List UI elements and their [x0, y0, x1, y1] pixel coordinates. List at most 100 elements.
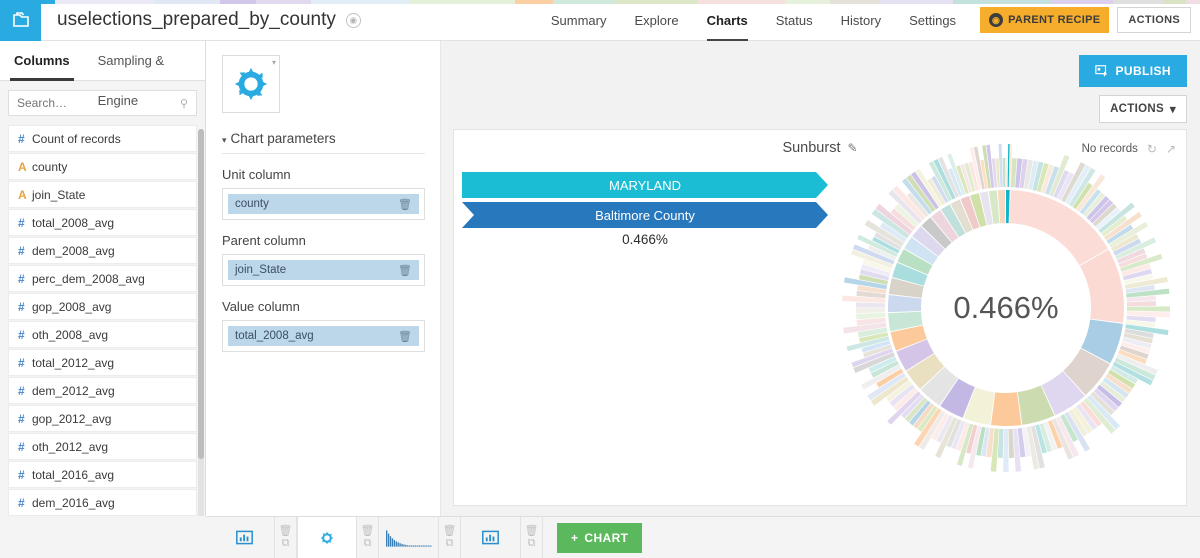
unit-column-pill[interactable]: county 🗑	[228, 194, 419, 214]
nav-item-settings[interactable]: Settings	[895, 0, 970, 41]
sunburst-outer-slice[interactable]	[856, 302, 885, 307]
strip-segment	[410, 0, 515, 4]
column-name: oth_2012_avg	[32, 440, 108, 454]
trash-icon[interactable]: 🗑	[279, 526, 293, 537]
column-row[interactable]: # oth_2008_avg	[8, 321, 197, 348]
column-row[interactable]: # dem_2012_avg	[8, 377, 197, 404]
breadcrumb-state[interactable]: MARYLAND	[462, 172, 828, 198]
column-row[interactable]: # total_2008_avg	[8, 209, 197, 236]
column-row[interactable]: Ajoin_State	[8, 181, 197, 208]
column-row[interactable]: # oth_2012_avg	[8, 433, 197, 460]
strip-segment	[515, 0, 553, 4]
sunburst-chart[interactable]: 0.466%	[836, 138, 1176, 481]
unit-column-field: Unit column county 🗑	[207, 167, 440, 220]
column-row[interactable]: # Count of records	[8, 125, 197, 152]
column-name: dem_2008_avg	[32, 244, 115, 258]
strip-segment	[785, 0, 830, 4]
folder-icon[interactable]	[0, 0, 41, 41]
column-name: total_2008_avg	[32, 216, 114, 230]
sunburst-outer-slice[interactable]	[856, 308, 885, 313]
column-row[interactable]: # total_2012_avg	[8, 349, 197, 376]
column-row[interactable]: # perc_dem_2008_avg	[8, 265, 197, 292]
sunburst-svg	[836, 138, 1176, 478]
parent-column-dropzone[interactable]: join_State 🗑	[222, 254, 425, 286]
tab-columns[interactable]: Columns	[0, 41, 84, 80]
trash-icon[interactable]: 🗑	[443, 526, 457, 537]
nav-item-charts[interactable]: Charts	[693, 0, 762, 41]
copy-icon[interactable]: ⧉	[364, 538, 372, 549]
column-row[interactable]: # dem_2016_avg	[8, 489, 197, 516]
chart-actions-button[interactable]: ACTIONS ▾	[1099, 95, 1187, 123]
numeric-type-icon: #	[18, 244, 32, 258]
chevron-down-icon: ▾	[222, 135, 227, 145]
column-row[interactable]: # total_2016_avg	[8, 461, 197, 488]
chart-tab-4[interactable]	[461, 517, 521, 558]
chart-type-selector[interactable]: ▾	[222, 55, 280, 113]
chart-tab-2[interactable]	[297, 517, 357, 558]
unit-column-value: county	[235, 198, 269, 210]
chart-tab-1[interactable]	[215, 517, 275, 558]
header-actions-button[interactable]: ACTIONS	[1117, 7, 1191, 33]
sunburst-outer-slice[interactable]	[1008, 429, 1014, 458]
trash-icon[interactable]: 🗑	[398, 330, 412, 343]
column-name: total_2012_avg	[32, 356, 114, 370]
copy-icon[interactable]: ⧉	[282, 538, 290, 549]
add-chart-button[interactable]: + CHART	[557, 523, 642, 553]
parent-column-label: Parent column	[222, 233, 440, 248]
breadcrumb-county[interactable]: Baltimore County	[462, 202, 828, 228]
trash-icon[interactable]: 🗑	[525, 526, 539, 537]
value-column-dropzone[interactable]: total_2008_avg 🗑	[222, 320, 425, 352]
trash-icon[interactable]: 🗑	[361, 526, 375, 537]
page-title: uselections_prepared_by_county	[57, 9, 336, 31]
strip-segment	[1052, 0, 1112, 4]
parent-recipe-label: PARENT RECIPE	[1008, 14, 1100, 26]
parent-column-pill[interactable]: join_State 🗑	[228, 260, 419, 280]
chart-parameters-panel: ▾ ▾ Chart parameters Unit column county 🗑	[207, 41, 441, 516]
sunburst-outer-slice[interactable]	[1006, 158, 1007, 187]
nav-item-summary[interactable]: Summary	[537, 0, 621, 41]
sunburst-outer-slice[interactable]	[1008, 144, 1010, 187]
strip-segment	[1186, 0, 1200, 4]
column-row[interactable]: # dem_2008_avg	[8, 237, 197, 264]
sunburst-outer-slice[interactable]	[1003, 429, 1009, 472]
value-column-pill[interactable]: total_2008_avg 🗑	[228, 326, 419, 346]
columns-list[interactable]: # Count of records Acounty Ajoin_State # tota…	[0, 125, 205, 558]
parent-recipe-badge[interactable]: ◉ PARENT RECIPE	[980, 7, 1109, 33]
publish-actions-row: PUBLISH ACTIONS ▾	[1079, 55, 1187, 123]
tab-sampling-engine[interactable]: Sampling & Engine	[84, 41, 205, 80]
sunburst-outer-slice[interactable]	[1127, 306, 1170, 311]
trash-icon[interactable]: 🗑	[398, 264, 412, 277]
strip-segment	[311, 0, 410, 4]
sunburst-inner-slice[interactable]	[888, 295, 922, 312]
copy-icon[interactable]: ⧉	[446, 538, 454, 549]
sunburst-outer-slice[interactable]	[1003, 158, 1006, 187]
strip-segment	[1113, 0, 1163, 4]
nav-item-explore[interactable]: Explore	[621, 0, 693, 41]
nav-item-status[interactable]: Status	[762, 0, 827, 41]
sunburst-outer-slice[interactable]	[998, 429, 1004, 458]
column-row[interactable]: # gop_2012_avg	[8, 405, 197, 432]
copy-icon[interactable]: ⧉	[528, 538, 536, 549]
unit-column-dropzone[interactable]: county 🗑	[222, 188, 425, 220]
chart-tab-3[interactable]	[379, 517, 439, 558]
trash-icon[interactable]: 🗑	[398, 198, 412, 211]
column-name: Count of records	[32, 132, 121, 146]
numeric-type-icon: #	[18, 468, 32, 482]
sunburst-inner-slice[interactable]	[991, 392, 1021, 426]
columns-panel: Columns Sampling & Engine ⚲ #Count of re…	[0, 41, 206, 558]
sunburst-outer-slice[interactable]	[1127, 301, 1156, 306]
parent-column-field: Parent column join_State 🗑	[207, 233, 440, 286]
chart-parameters-header[interactable]: ▾ Chart parameters	[222, 131, 425, 154]
publish-button[interactable]: PUBLISH	[1079, 55, 1187, 87]
chart-tabs-bar: 🗑 ⧉ 🗑 ⧉ 🗑 ⧉ 🗑 ⧉ + CHART	[207, 516, 1200, 558]
sunburst-inner-slice[interactable]	[1006, 190, 1010, 223]
chevron-down-icon: ▾	[1170, 102, 1176, 116]
nav-item-history[interactable]: History	[827, 0, 895, 41]
column-name: gop_2012_avg	[32, 412, 111, 426]
column-row[interactable]: # gop_2008_avg	[8, 293, 197, 320]
column-row[interactable]: Acounty	[8, 153, 197, 180]
strip-segment	[615, 0, 697, 4]
info-circle-icon[interactable]: ◉	[346, 13, 361, 28]
add-chart-label: CHART	[584, 531, 628, 545]
columns-scrollbar[interactable]	[198, 129, 204, 558]
